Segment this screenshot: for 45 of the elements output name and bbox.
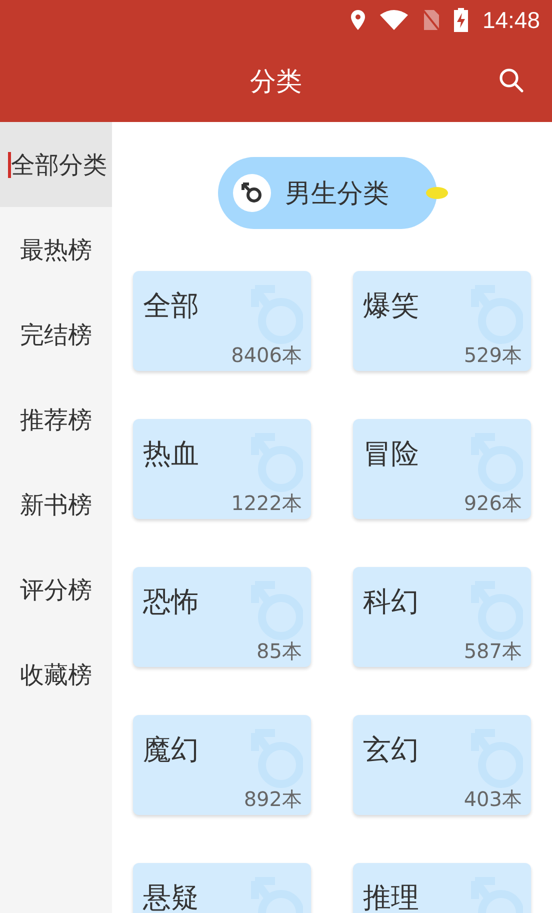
- category-card[interactable]: 玄幻 403本: [353, 715, 531, 815]
- category-name: 悬疑: [143, 880, 199, 913]
- wifi-icon: [380, 10, 408, 30]
- sidebar-item[interactable]: 推荐榜: [0, 377, 112, 462]
- category-name: 科幻: [363, 584, 419, 620]
- book-count: 892本: [244, 786, 302, 813]
- category-name: 热血: [143, 436, 199, 472]
- battery-charging-icon: [454, 8, 468, 32]
- category-card[interactable]: 全部 8406本: [133, 271, 311, 371]
- book-count: 403本: [464, 786, 522, 813]
- category-name: 冒险: [363, 436, 419, 472]
- search-icon[interactable]: [498, 67, 524, 93]
- sidebar-item[interactable]: 评分榜: [0, 547, 112, 632]
- sidebar-item[interactable]: 收藏榜: [0, 632, 112, 717]
- dot-icon: [426, 187, 448, 199]
- category-card[interactable]: 魔幻 892本: [133, 715, 311, 815]
- section-tab[interactable]: 男生分类: [218, 157, 437, 229]
- book-count: 8406本: [231, 342, 302, 369]
- category-name: 爆笑: [363, 288, 419, 324]
- category-name: 魔幻: [143, 732, 199, 768]
- page-title: 分类: [250, 66, 302, 98]
- category-name: 推理: [363, 880, 419, 913]
- category-card[interactable]: 冒险 926本: [353, 419, 531, 519]
- sidebar-item[interactable]: 完结榜: [0, 292, 112, 377]
- book-count: 529本: [464, 342, 522, 369]
- category-card[interactable]: 推理: [353, 863, 531, 913]
- category-name: 全部: [143, 288, 199, 324]
- male-symbol-icon: [233, 174, 271, 212]
- no-sim-icon: [422, 9, 440, 31]
- location-icon: [350, 9, 366, 31]
- book-count: 85本: [256, 638, 302, 665]
- sidebar-item[interactable]: 全部分类: [0, 122, 112, 207]
- sidebar-item[interactable]: 最热榜: [0, 207, 112, 292]
- category-name: 恐怖: [143, 584, 199, 620]
- category-card[interactable]: 热血 1222本: [133, 419, 311, 519]
- book-count: 587本: [464, 638, 522, 665]
- category-card[interactable]: 科幻 587本: [353, 567, 531, 667]
- category-card[interactable]: 爆笑 529本: [353, 271, 531, 371]
- category-name: 玄幻: [363, 732, 419, 768]
- sidebar-item[interactable]: 新书榜: [0, 462, 112, 547]
- category-card[interactable]: 悬疑: [133, 863, 311, 913]
- book-count: 1222本: [231, 490, 302, 517]
- book-count: 926本: [464, 490, 522, 517]
- category-card[interactable]: 恐怖 85本: [133, 567, 311, 667]
- clock-time: 14:48: [482, 6, 540, 34]
